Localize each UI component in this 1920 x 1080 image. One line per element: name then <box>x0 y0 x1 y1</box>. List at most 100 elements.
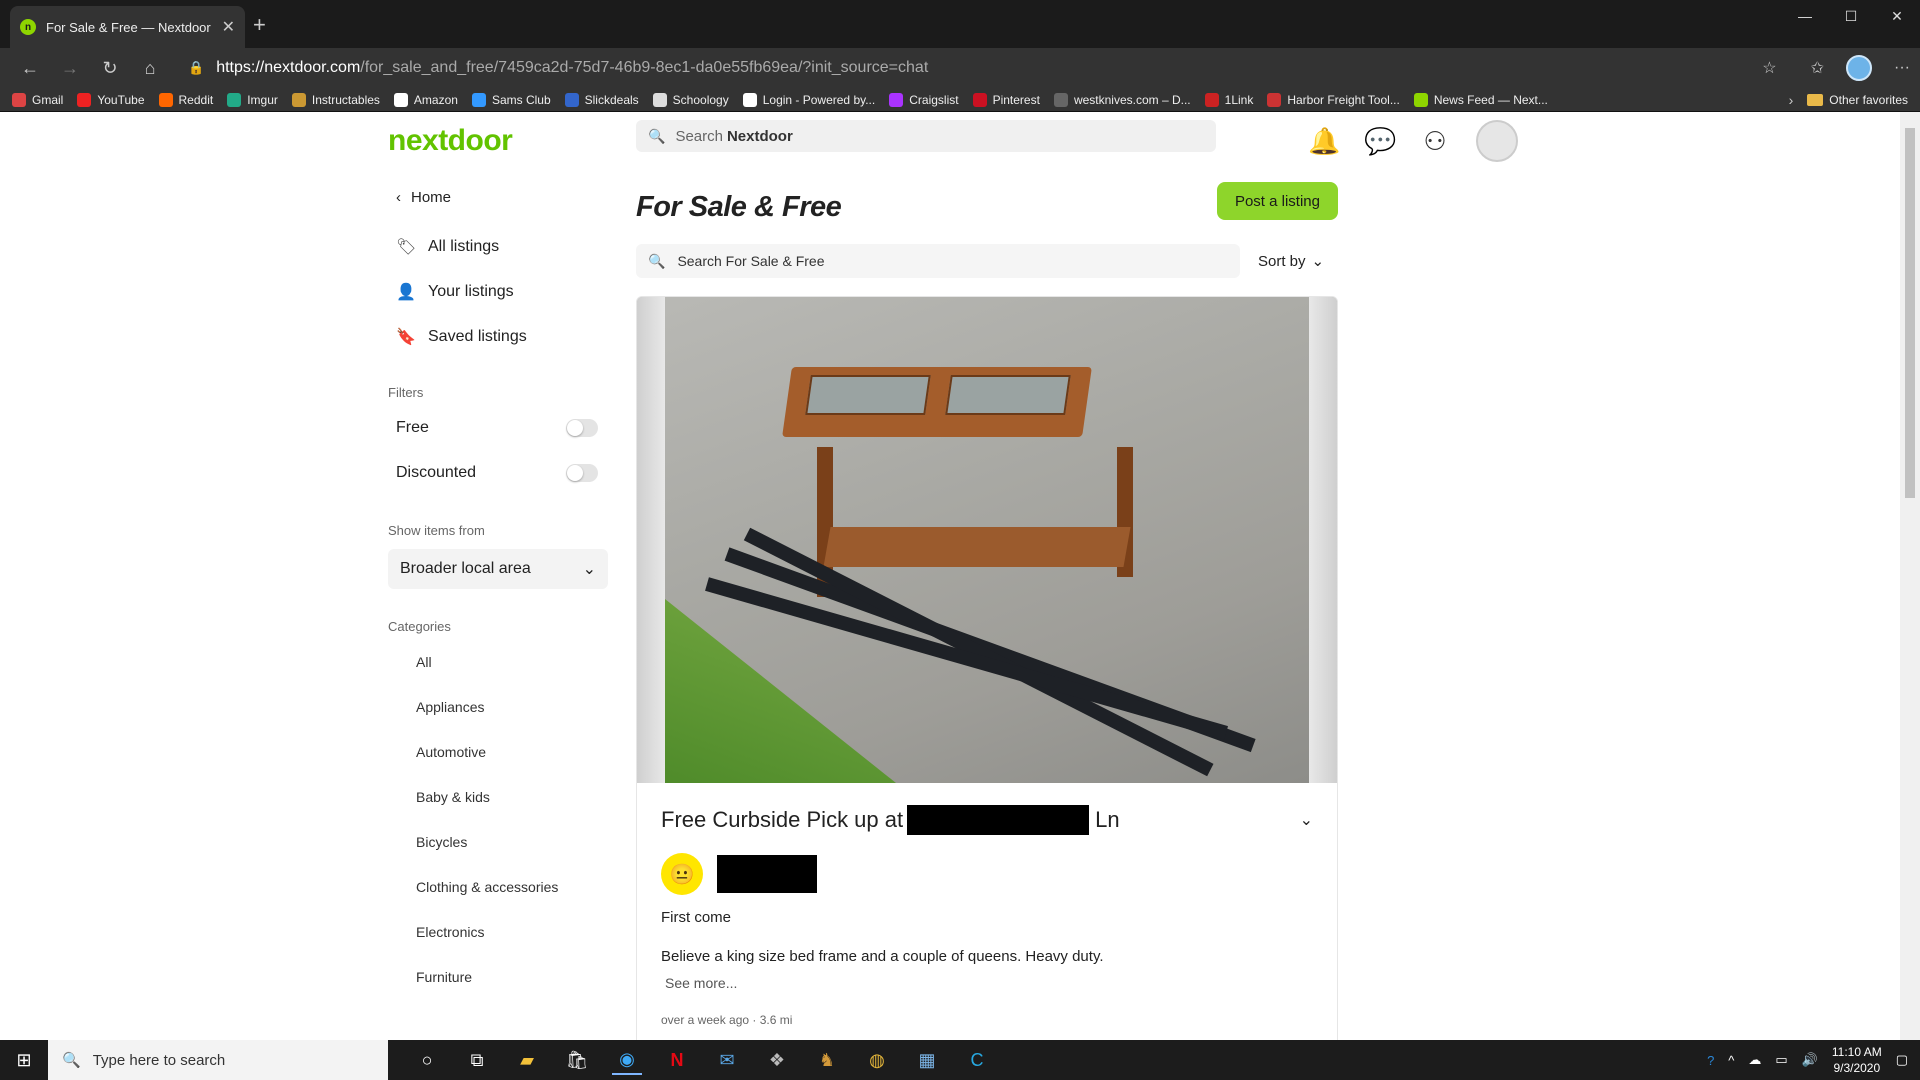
add-neighbor-icon[interactable]: ⚇ <box>1420 126 1450 157</box>
bookmark-item[interactable]: Instructables <box>291 92 380 107</box>
category-item[interactable]: Electronics <box>388 909 608 954</box>
chat-icon[interactable]: 💬 <box>1364 126 1396 157</box>
photo-edge-right <box>1309 297 1337 783</box>
notifications-icon[interactable]: ▢ <box>1896 1052 1908 1068</box>
listing-title[interactable]: Free Curbside Pick up at Ln ⌄ <box>661 803 1313 837</box>
back-icon[interactable]: ← <box>10 58 50 79</box>
bookmark-item[interactable]: Schoology <box>652 92 729 107</box>
home-link[interactable]: ‹ Home <box>396 182 608 212</box>
page-scrollbar[interactable] <box>1900 112 1920 1040</box>
bookmark-favicon-icon <box>564 92 579 107</box>
bookmark-item[interactable]: Sams Club <box>471 92 551 107</box>
taskbar-search-input[interactable]: 🔍 Type here to search <box>48 1040 388 1080</box>
redacted-block <box>907 805 1090 835</box>
listing-subtitle: First come <box>661 909 732 926</box>
sidebar-item-label: Saved listings <box>428 327 527 345</box>
category-item[interactable]: Automotive <box>388 729 608 774</box>
bookmark-item[interactable]: Slickdeals <box>564 92 639 107</box>
sidebar-item-saved-listings[interactable]: 🔖 Saved listings <box>396 314 608 359</box>
close-window-icon[interactable]: ✕ <box>1874 0 1920 32</box>
window-controls: — ☐ ✕ <box>1782 0 1920 32</box>
sidebar-item-all-listings[interactable]: 🏷 All listings <box>396 224 608 269</box>
listing-author[interactable]: 😐 <box>661 851 1313 897</box>
mail-icon[interactable]: ✉ <box>712 1045 742 1075</box>
game-icon[interactable]: ♞ <box>812 1045 842 1075</box>
other-favorites[interactable]: Other favorites <box>1807 93 1908 107</box>
chevron-up-icon[interactable]: ^ <box>1728 1053 1734 1068</box>
address-bar[interactable]: 🔒 https://nextdoor.com /for_sale_and_fre… <box>178 52 1797 84</box>
category-item[interactable]: Bicycles <box>388 819 608 864</box>
category-item[interactable]: Furniture <box>388 954 608 999</box>
bookmark-item[interactable]: YouTube <box>77 92 145 107</box>
favorite-star-icon[interactable]: ☆ <box>1762 58 1776 78</box>
bookmark-item[interactable]: Pinterest <box>972 92 1040 107</box>
scrollbar-thumb[interactable] <box>1905 128 1915 498</box>
bookmarks-overflow-icon[interactable]: › <box>1789 92 1794 108</box>
browser-tab[interactable]: n For Sale & Free — Nextdoor ✕ <box>10 6 245 48</box>
bookmark-item[interactable]: Amazon <box>393 92 458 107</box>
clock[interactable]: 11:10 AM 9/3/2020 <box>1832 1044 1882 1076</box>
close-tab-icon[interactable]: ✕ <box>222 17 235 37</box>
sidebar-item-your-listings[interactable]: 👤 Your listings <box>396 269 608 314</box>
nextdoor-favicon-icon: n <box>20 19 36 35</box>
nextdoor-logo[interactable]: nextdoor <box>388 124 513 158</box>
task-view-icon[interactable]: ⧉ <box>462 1045 492 1075</box>
bookmark-item[interactable]: Imgur <box>227 92 278 107</box>
bookmark-favicon-icon <box>1053 92 1068 107</box>
bookmark-item[interactable]: 1Link <box>1204 92 1253 107</box>
listing-search-input[interactable]: 🔍 Search For Sale & Free <box>636 244 1240 278</box>
edge-icon[interactable]: ◉ <box>612 1045 642 1075</box>
listing-card[interactable]: Free Curbside Pick up at Ln ⌄ 😐 First co… <box>636 296 1338 1040</box>
bell-icon[interactable]: 🔔 <box>1308 126 1340 157</box>
category-item[interactable]: Appliances <box>388 684 608 729</box>
post-listing-button[interactable]: Post a listing <box>1216 182 1338 220</box>
bookmark-item[interactable]: News Feed — Next... <box>1413 92 1548 107</box>
cloud-icon[interactable]: ☁ <box>1748 1052 1761 1068</box>
sort-by-dropdown[interactable]: Sort by ⌄ <box>1258 252 1324 271</box>
bookmark-item[interactable]: Craigslist <box>889 92 959 107</box>
network-icon[interactable]: ▭ <box>1775 1052 1787 1068</box>
category-item[interactable]: Clothing & accessories <box>388 864 608 909</box>
dropbox-icon[interactable]: ❖ <box>762 1045 792 1075</box>
store-icon[interactable]: 🛍 <box>562 1045 592 1075</box>
filter-free-toggle[interactable] <box>566 418 598 437</box>
bookmark-item[interactable]: Login - Powered by... <box>742 92 875 107</box>
chevron-down-icon[interactable]: ⌄ <box>1300 810 1313 830</box>
see-more-link[interactable]: See more... <box>665 975 1313 991</box>
filter-discounted-toggle[interactable] <box>566 463 598 482</box>
new-tab-icon[interactable]: + <box>253 12 266 38</box>
netflix-icon[interactable]: N <box>662 1045 692 1075</box>
cortana-icon[interactable]: ○ <box>412 1045 442 1075</box>
bookmarks-bar: Gmail YouTube Reddit Imgur Instructables Amaz… <box>0 88 1920 112</box>
area-select[interactable]: Broader local area ⌄ <box>388 549 608 589</box>
more-menu-icon[interactable]: ··· <box>1894 59 1910 77</box>
listing-photo[interactable] <box>637 297 1337 783</box>
site-search-input[interactable]: 🔍 Search Nextdoor <box>636 120 1216 152</box>
maximize-icon[interactable]: ☐ <box>1828 0 1874 32</box>
bookmark-item[interactable]: Harbor Freight Tool... <box>1267 92 1400 107</box>
listing-description: Believe a king size bed frame and a coup… <box>661 948 1104 965</box>
bookmark-item[interactable]: Gmail <box>12 92 63 107</box>
help-icon[interactable]: ? <box>1707 1053 1714 1068</box>
chrome-icon[interactable]: ◍ <box>862 1045 892 1075</box>
refresh-icon[interactable]: ↻ <box>90 58 130 79</box>
bookmark-item[interactable]: Reddit <box>158 92 214 107</box>
minimize-icon[interactable]: — <box>1782 0 1828 32</box>
bookmark-label: Slickdeals <box>584 92 639 107</box>
bookmark-item[interactable]: westknives.com – D... <box>1053 92 1191 107</box>
forward-icon[interactable]: → <box>50 58 90 79</box>
bookmark-label: Reddit <box>178 92 214 107</box>
app-c-icon[interactable]: C <box>962 1045 992 1075</box>
category-item[interactable]: All <box>388 639 608 684</box>
category-item[interactable]: Baby & kids <box>388 774 608 819</box>
browser-profile-avatar[interactable] <box>1846 55 1873 81</box>
calculator-icon[interactable]: ▦ <box>912 1045 942 1075</box>
windows-start-icon[interactable]: ⊞ <box>0 1050 48 1071</box>
file-explorer-icon[interactable]: ▰ <box>512 1045 542 1075</box>
taskbar-apps: ○ ⧉ ▰ 🛍 ◉ N ✉ ❖ ♞ ◍ ▦ C <box>412 1045 992 1075</box>
favorites-icon[interactable]: ✩ <box>1811 58 1824 78</box>
profile-avatar[interactable] <box>1476 120 1518 162</box>
listing-title-suffix: Ln <box>1095 807 1120 832</box>
home-icon[interactable]: ⌂ <box>130 58 170 79</box>
volume-icon[interactable]: 🔊 <box>1802 1052 1818 1068</box>
